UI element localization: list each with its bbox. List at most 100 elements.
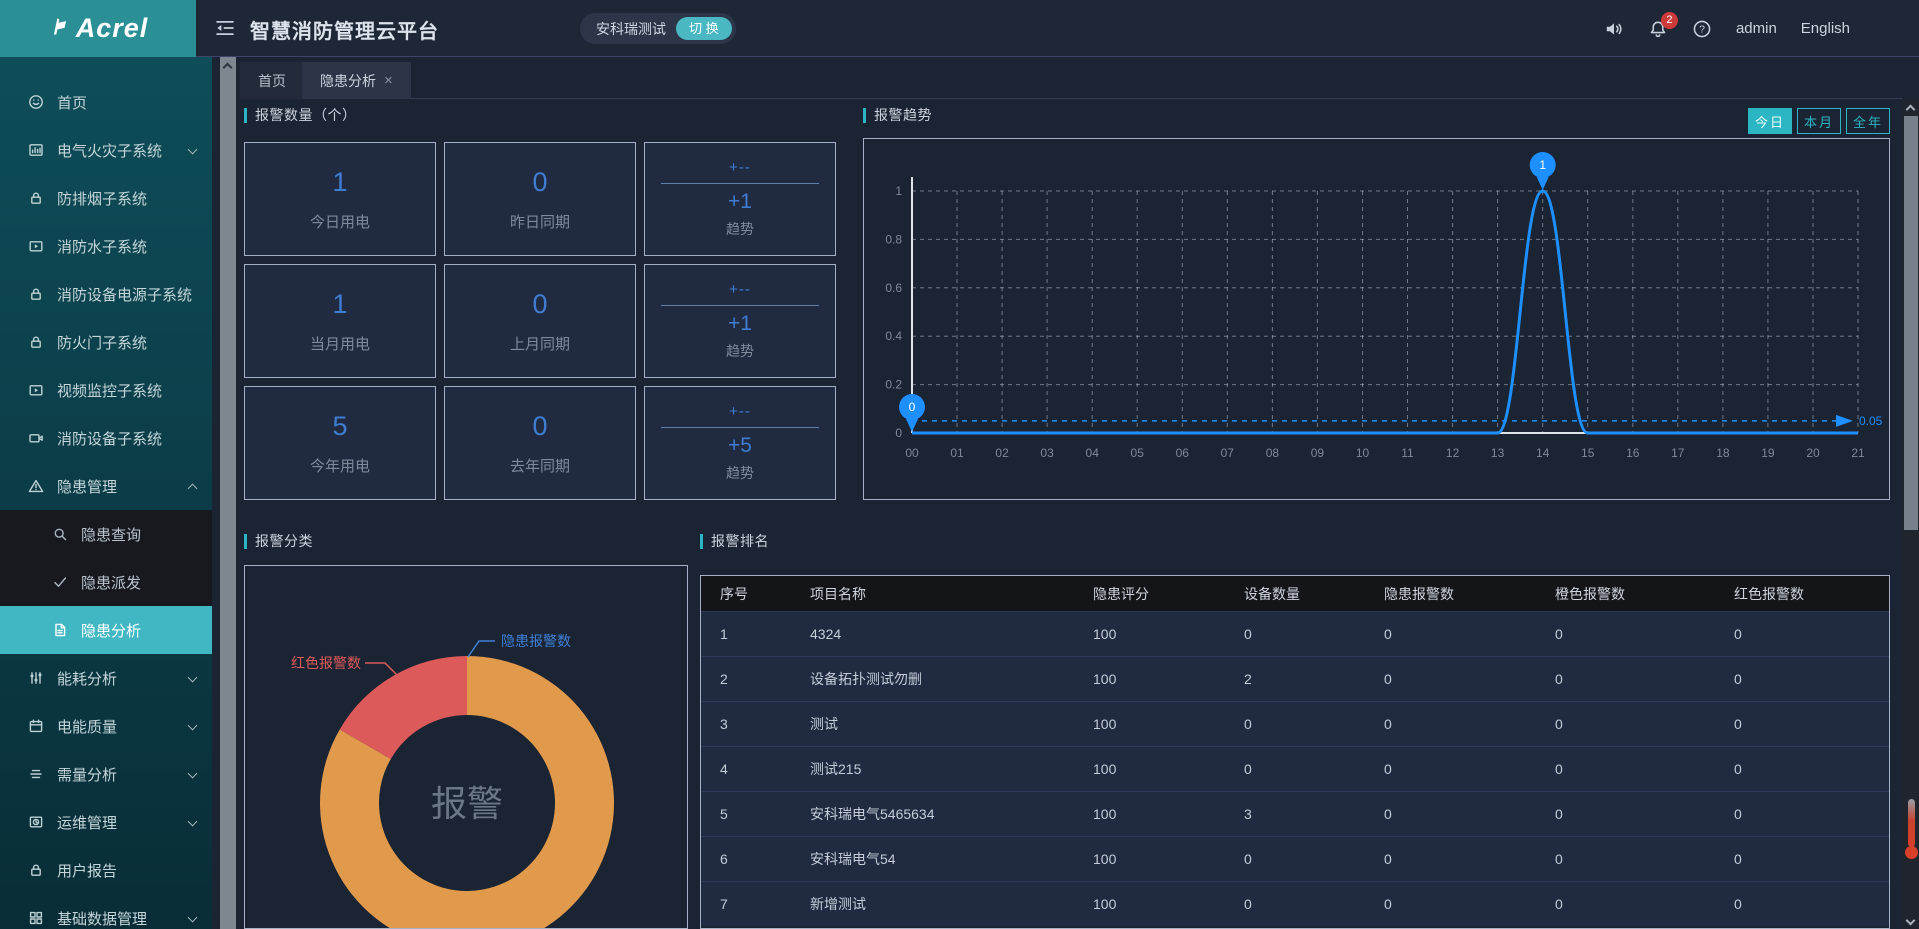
logo-text: Acrel [76, 13, 149, 44]
svg-text:08: 08 [1266, 446, 1280, 460]
doc-icon [52, 622, 68, 638]
cell: 安科瑞电气5465634 [791, 804, 1074, 824]
trend-divider [661, 183, 819, 184]
svg-text:15: 15 [1581, 446, 1595, 460]
user-menu[interactable]: admin [1736, 20, 1777, 37]
scroll-down-icon[interactable] [1906, 916, 1916, 926]
svg-text:21: 21 [1851, 446, 1865, 460]
cell: 0 [1536, 851, 1715, 867]
svg-text:10: 10 [1356, 446, 1370, 460]
cell: 0 [1715, 761, 1889, 777]
filter-year-button[interactable]: 全年 [1846, 108, 1890, 134]
trend-ratio: +-- [729, 159, 751, 176]
stat-label: 趋势 [726, 219, 754, 239]
sidebar-item-power-quality[interactable]: 电能质量 [0, 702, 212, 750]
sidebar-item-fire-water[interactable]: 消防水子系统 [0, 222, 212, 270]
sidebar-item-hazard-dispatch[interactable]: 隐患派发 [0, 558, 212, 606]
camera-icon [28, 430, 44, 446]
collapse-sidebar-icon[interactable] [214, 17, 236, 39]
table-row: 4测试2151000000 [701, 746, 1889, 791]
sidebar-item-label: 防火门子系统 [57, 332, 147, 353]
sidebar-item-user-report[interactable]: 用户报告 [0, 846, 212, 894]
col-header-index: 序号 [701, 584, 791, 604]
video-icon [28, 382, 44, 398]
close-icon[interactable]: × [384, 72, 393, 89]
trend-divider [661, 305, 819, 306]
table-row: 143241000000 [701, 611, 1889, 656]
sidebar: 首页 电气火灾子系统 防排烟子系统 消防水子系统 消防设备电源子系统 防火门子系… [0, 57, 212, 929]
sidebar-item-fire-equipment[interactable]: 消防设备子系统 [0, 414, 212, 462]
cell: 0 [1225, 626, 1365, 642]
stat-card-month: 1当月用电 [244, 264, 436, 378]
sidebar-item-fire-door[interactable]: 防火门子系统 [0, 318, 212, 366]
filter-today-button[interactable]: 今日 [1748, 108, 1792, 134]
sidebar-item-base-data[interactable]: 基础数据管理 [0, 894, 212, 929]
sidebar-item-hazard-management[interactable]: 隐患管理 [0, 462, 212, 510]
trend-delta: +1 [728, 312, 752, 336]
sidebar-item-hazard-analysis[interactable]: 隐患分析 [0, 606, 212, 654]
search-icon [52, 526, 68, 542]
sidebar-item-label: 消防设备子系统 [57, 428, 162, 449]
sidebar-item-fire-power[interactable]: 消防设备电源子系统 [0, 270, 212, 318]
warning-icon [28, 478, 44, 494]
cell: 7 [701, 896, 791, 912]
stat-card-year-trend: +--+5趋势 [644, 386, 836, 500]
scrollbar-thumb[interactable] [1904, 116, 1918, 530]
notifications-bell-icon[interactable]: 2 [1648, 19, 1668, 39]
sidebar-item-ops-management[interactable]: 运维管理 [0, 798, 212, 846]
cell: 1 [701, 626, 791, 642]
project-switcher[interactable]: 安科瑞测试 切 换 [580, 13, 736, 44]
switch-project-button[interactable]: 切 换 [676, 17, 732, 40]
sidebar-scrollbar[interactable] [220, 57, 236, 929]
stat-card-day-trend: +--+1趋势 [644, 142, 836, 256]
cell: 3 [1225, 806, 1365, 822]
sidebar-item-electrical-fire[interactable]: 电气火灾子系统 [0, 126, 212, 174]
tab-hazard-analysis[interactable]: 隐患分析× [302, 62, 411, 99]
sidebar-item-demand-analysis[interactable]: 需量分析 [0, 750, 212, 798]
svg-text:20: 20 [1806, 446, 1820, 460]
speaker-icon[interactable] [1604, 19, 1624, 39]
filter-month-button[interactable]: 本月 [1797, 108, 1841, 134]
stat-label: 趋势 [726, 463, 754, 483]
scroll-up-icon[interactable] [1906, 105, 1916, 115]
sidebar-item-label: 需量分析 [57, 764, 117, 785]
col-header-orange-alarms: 橙色报警数 [1536, 584, 1715, 604]
col-header-devices: 设备数量 [1225, 584, 1365, 604]
sidebar-item-video-monitor[interactable]: 视频监控子系统 [0, 366, 212, 414]
language-switch[interactable]: English [1801, 20, 1850, 37]
cell: 0 [1536, 806, 1715, 822]
alarm-category-chart-panel: 隐患报警数红色报警数报警 [244, 565, 688, 929]
page-scrollbar[interactable] [1903, 100, 1919, 929]
lock-icon [28, 334, 44, 350]
sidebar-item-label: 基础数据管理 [57, 908, 147, 929]
svg-text:0.05: 0.05 [1859, 414, 1883, 428]
sidebar-item-energy-analysis[interactable]: 能耗分析 [0, 654, 212, 702]
bar-chart-icon [28, 142, 44, 158]
col-header-red-alarms: 红色报警数 [1715, 584, 1889, 604]
notification-count-badge: 2 [1661, 12, 1678, 29]
cell: 100 [1074, 851, 1225, 867]
cell: 0 [1715, 806, 1889, 822]
sidebar-item-smoke-control[interactable]: 防排烟子系统 [0, 174, 212, 222]
cell: 0 [1365, 671, 1536, 687]
svg-text:红色报警数: 红色报警数 [291, 655, 361, 671]
sidebar-item-home[interactable]: 首页 [0, 78, 212, 126]
help-icon[interactable]: ? [1692, 19, 1712, 39]
sidebar-item-hazard-query[interactable]: 隐患查询 [0, 510, 212, 558]
cell: 0 [1225, 716, 1365, 732]
tab-home[interactable]: 首页 [240, 62, 304, 99]
cell: 0 [1365, 806, 1536, 822]
chevron-down-icon [188, 721, 198, 731]
scroll-up-icon[interactable] [223, 63, 233, 73]
svg-text:19: 19 [1761, 446, 1775, 460]
acrel-flag-icon [48, 15, 70, 42]
header-actions: 2 ? admin English [1604, 0, 1850, 57]
table-row: 6安科瑞电气541000000 [701, 836, 1889, 881]
cell: 4324 [791, 626, 1074, 642]
thermometer-bulb-icon [1905, 846, 1918, 859]
svg-text:0.8: 0.8 [885, 232, 902, 246]
stat-label: 当月用电 [310, 333, 370, 354]
sidebar-item-label: 防排烟子系统 [57, 188, 147, 209]
stat-label: 上月同期 [510, 333, 570, 354]
current-project-name: 安科瑞测试 [596, 19, 666, 39]
